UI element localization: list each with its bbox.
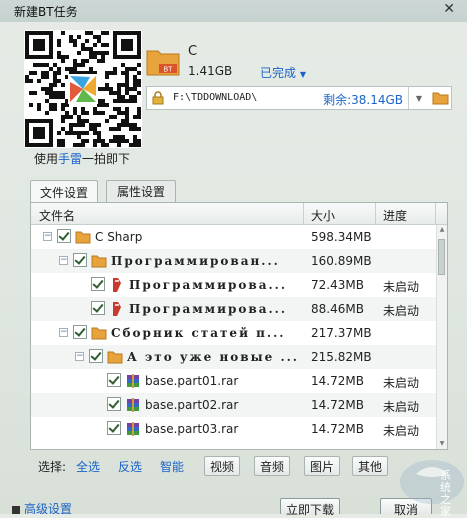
column-header: 文件名 大小 进度 (31, 203, 447, 225)
svg-text:BT: BT (164, 67, 174, 74)
scroll-down-icon[interactable]: ▼ (437, 439, 447, 449)
window-title: 新建BT任务 (14, 5, 78, 19)
row-checkbox[interactable] (107, 421, 121, 435)
free-space-text: 剩余:38.14GB (323, 93, 403, 107)
row-progress: 未启动 (383, 376, 420, 390)
row-progress: 未启动 (383, 280, 420, 294)
row-size: 160.89MB (311, 254, 372, 268)
watermark-text: 系统之家 (440, 469, 451, 518)
row-size: 88.46MB (311, 302, 364, 316)
status-dropdown[interactable]: 已完成 ▼ (260, 64, 306, 81)
download-now-button[interactable]: 立即下载 (280, 498, 340, 517)
tab-attribute-settings[interactable]: 属性设置 (106, 180, 176, 202)
row-progress: 未启动 (383, 304, 420, 318)
folder-icon (107, 351, 123, 364)
row-progress: 未启动 (383, 400, 420, 414)
title-bar: 新建BT任务 ✕ (0, 0, 467, 22)
tree-row[interactable]: − Сборник статей п... 217.37MB (31, 321, 437, 345)
row-checkbox[interactable] (89, 349, 103, 363)
rar-archive-icon (127, 398, 139, 412)
pdf-file-icon (113, 302, 121, 316)
expand-square-icon (12, 505, 20, 514)
row-checkbox[interactable] (107, 397, 121, 411)
row-name: base.part01.rar (145, 374, 239, 388)
pdf-file-icon (113, 278, 121, 292)
new-bt-task-window: 新建BT任务 ✕ 使用手雷一拍即下 BT C 1.41GB 已完成 ▼ F:\T… (0, 0, 467, 518)
folder-icon (75, 231, 91, 244)
row-name: Программирован... (111, 254, 280, 268)
row-checkbox[interactable] (57, 229, 71, 243)
row-name: Программирова... (129, 278, 288, 292)
row-size: 72.43MB (311, 278, 364, 292)
rar-archive-icon (127, 374, 139, 388)
smart-select-link[interactable]: 智能 (160, 458, 184, 475)
selection-bar: 选择: 全选 反选 智能 视频 音频 图片 其他 (38, 456, 458, 476)
collapse-toggle[interactable]: − (43, 232, 52, 241)
tab-file-settings[interactable]: 文件设置 (30, 180, 98, 203)
filter-other-button[interactable]: 其他 (352, 456, 388, 476)
collapse-toggle[interactable]: − (59, 256, 68, 265)
tree-row[interactable]: Программирова... 88.46MB 未启动 (31, 297, 437, 321)
row-size: 217.37MB (311, 326, 372, 340)
column-size[interactable]: 大小 (311, 207, 335, 224)
browse-folder-icon[interactable] (432, 90, 449, 106)
save-path-text: F:\TDDOWNLOAD\ (173, 92, 258, 103)
selection-label: 选择: (38, 460, 67, 474)
row-size: 215.82MB (311, 350, 372, 364)
close-icon[interactable]: ✕ (443, 1, 455, 17)
save-path-field[interactable]: F:\TDDOWNLOAD\ 剩余:38.14GB ▼ (146, 86, 452, 110)
advanced-settings-link[interactable]: 高级设置 (12, 500, 72, 514)
row-name: C Sharp (95, 230, 143, 244)
row-name: А это уже новые ... (127, 350, 299, 364)
filter-video-button[interactable]: 视频 (204, 456, 240, 476)
file-tree: − C Sharp 598.34MB − Программирован... 1… (31, 225, 437, 449)
tree-row[interactable]: base.part02.rar 14.72MB 未启动 (31, 393, 437, 417)
lock-icon (152, 91, 164, 105)
file-list-panel: 文件名 大小 进度 − C Sharp 598.34MB − Программи… (30, 202, 448, 450)
row-progress: 未启动 (383, 424, 420, 438)
tree-row[interactable]: − C Sharp 598.34MB (31, 225, 437, 249)
qr-caption: 使用手雷一拍即下 (34, 152, 131, 166)
select-all-link[interactable]: 全选 (76, 458, 100, 475)
tree-row[interactable]: − А это уже новые ... 215.82MB (31, 345, 437, 369)
row-name: Сборник статей п... (111, 326, 286, 340)
triangle-down-icon: ▼ (299, 70, 306, 79)
triangle-down-icon: ▼ (415, 93, 423, 103)
collapse-toggle[interactable]: − (75, 352, 84, 361)
qr-code-image (24, 30, 142, 148)
tree-row[interactable]: base.part03.rar 14.72MB 未启动 (31, 417, 437, 441)
scroll-up-icon[interactable]: ▲ (437, 225, 447, 235)
tree-row[interactable]: Программирова... 72.43MB 未启动 (31, 273, 437, 297)
row-checkbox[interactable] (107, 373, 121, 387)
scrollbar-thumb[interactable] (438, 239, 445, 275)
folder-icon (91, 255, 107, 268)
file-name: C (188, 44, 198, 59)
row-name: base.part03.rar (145, 422, 239, 436)
row-checkbox[interactable] (91, 301, 105, 315)
tree-row[interactable]: base.part01.rar 14.72MB 未启动 (31, 369, 437, 393)
row-checkbox[interactable] (73, 325, 87, 339)
filter-image-button[interactable]: 图片 (304, 456, 340, 476)
row-name: base.part02.rar (145, 398, 239, 412)
filter-audio-button[interactable]: 音频 (254, 456, 290, 476)
invert-selection-link[interactable]: 反选 (118, 458, 142, 475)
row-checkbox[interactable] (73, 253, 87, 267)
row-checkbox[interactable] (91, 277, 105, 291)
row-name: Программирова... (129, 302, 288, 316)
bt-folder-icon: BT (146, 50, 180, 76)
row-size: 14.72MB (311, 374, 364, 388)
folder-icon (91, 327, 107, 340)
file-size: 1.41GB (188, 64, 233, 78)
vertical-scrollbar[interactable]: ▲ ▼ (436, 225, 447, 449)
column-progress[interactable]: 进度 (383, 207, 407, 224)
path-history-dropdown[interactable]: ▼ (408, 87, 429, 109)
row-size: 598.34MB (311, 230, 372, 244)
row-size: 14.72MB (311, 398, 364, 412)
tree-row[interactable]: − Программирован... 160.89MB (31, 249, 437, 273)
column-name[interactable]: 文件名 (39, 207, 75, 224)
collapse-toggle[interactable]: − (59, 328, 68, 337)
rar-archive-icon (127, 422, 139, 436)
row-size: 14.72MB (311, 422, 364, 436)
